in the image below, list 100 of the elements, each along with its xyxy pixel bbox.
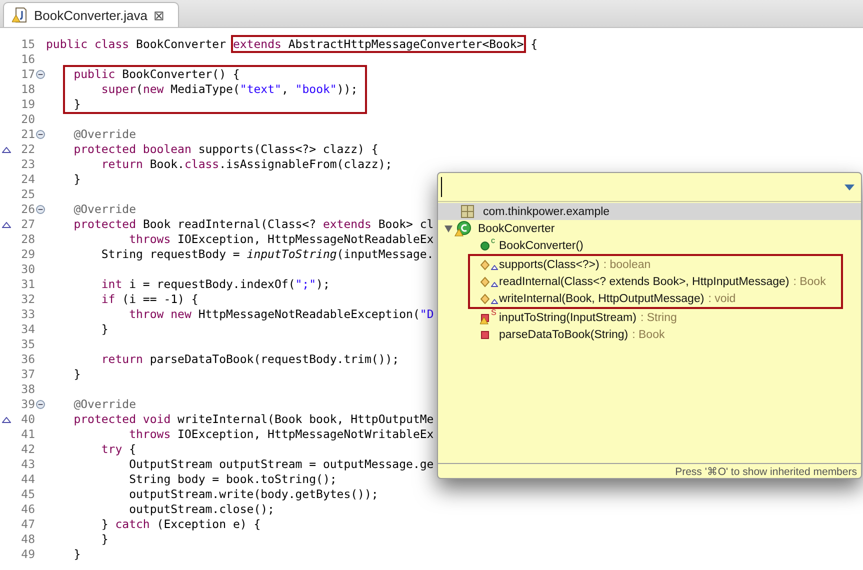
- code-line: }: [100, 322, 108, 337]
- line-number: 32: [20, 292, 35, 307]
- line-number: 28: [20, 232, 35, 247]
- outline-item[interactable]: S inputToString(InputStream) : String: [438, 309, 861, 326]
- line-number: 45: [20, 487, 35, 502]
- code-line: if (i == -1) {: [100, 292, 198, 307]
- line-number: 26: [20, 202, 35, 217]
- line-number: 36: [20, 352, 35, 367]
- line-number: 22: [20, 142, 35, 157]
- line-number: 44: [20, 472, 35, 487]
- outline-item[interactable]: com.thinkpower.example: [438, 203, 861, 220]
- code-line: public BookConverter() {: [72, 67, 240, 82]
- code-line: return Book.class.isAssignableFrom(clazz);: [100, 157, 392, 172]
- code-line: }: [72, 547, 81, 562]
- line-number: 17: [20, 67, 35, 82]
- code-line: int i = requestBody.indexOf(";");: [100, 277, 330, 292]
- code-line: outputStream.write(body.getBytes());: [128, 487, 378, 502]
- code-line: }: [100, 532, 108, 547]
- code-line: protected boolean supports(Class<?> clazz) {: [72, 142, 378, 157]
- code-line: String body = book.toString();: [128, 472, 337, 487]
- collapse-icon[interactable]: [36, 70, 45, 79]
- code-line: super(new MediaType("text", "book"));: [100, 82, 358, 97]
- code-line: @Override: [72, 397, 136, 412]
- return-type: : String: [640, 312, 677, 324]
- item-label: writeInternal(Book, HttpOutputMessage): [499, 292, 704, 304]
- outline-item[interactable]: supports(Class<?>) : boolean: [470, 256, 841, 273]
- item-label: supports(Class<?>): [499, 258, 600, 270]
- return-type: : boolean: [603, 258, 651, 270]
- line-number: 31: [20, 277, 35, 292]
- diamond-member-icon: [480, 257, 491, 272]
- diamond-member-icon: [480, 274, 491, 289]
- line-number: 37: [20, 367, 35, 382]
- return-type: : void: [708, 292, 736, 304]
- line-number: 27: [20, 217, 35, 232]
- code-line: OutputStream outputStream = outputMessage.ge: [128, 457, 434, 472]
- line-number: 20: [20, 112, 35, 127]
- line-number: 35: [20, 337, 35, 352]
- code-line: throws IOException, HttpMessageNotWritableEx: [128, 427, 434, 442]
- line-number: 25: [20, 187, 35, 202]
- return-type: : Book: [632, 328, 665, 340]
- line-number: 33: [20, 307, 35, 322]
- line-number: 39: [20, 397, 35, 412]
- code-line: return parseDataToBook(requestBody.trim());: [100, 352, 400, 367]
- line-number: 41: [20, 427, 35, 442]
- diamond-member-icon: [480, 291, 491, 306]
- item-label: BookConverter: [478, 222, 555, 234]
- line-number: 19: [20, 97, 35, 112]
- code-line: }: [72, 97, 81, 112]
- code-line: @Override: [72, 127, 136, 142]
- code-line: }: [72, 367, 81, 382]
- modifier-label: S: [491, 308, 498, 317]
- editor-tab[interactable]: BookConverter.java ⊠: [3, 2, 180, 27]
- code-line: protected Book readInternal(Class<? extends Book> cl: [72, 217, 434, 232]
- collapse-icon[interactable]: [36, 400, 45, 409]
- outline-item[interactable]: c BookConverter(): [438, 237, 861, 254]
- line-number: 18: [20, 82, 35, 97]
- line-number: 40: [20, 412, 35, 427]
- code-line: protected void writeInternal(Book book, HttpOutputMe: [72, 412, 434, 427]
- collapse-icon[interactable]: [36, 130, 45, 139]
- line-number: 46: [20, 502, 35, 517]
- code-line: @Override: [72, 202, 136, 217]
- line-number: 43: [20, 457, 35, 472]
- outline-item[interactable]: parseDataToBook(String) : Book: [438, 326, 861, 343]
- dropdown-icon[interactable]: [843, 182, 855, 192]
- line-number: 49: [20, 547, 35, 562]
- return-type: : Book: [793, 276, 826, 288]
- line-number: 23: [20, 157, 35, 172]
- code-line: public class BookConverter extends AbstractHttpMessageConverter<Book> {: [46, 37, 538, 52]
- line-number: 48: [20, 532, 35, 547]
- outline-item[interactable]: writeInternal(Book, HttpOutputMessage) : void: [470, 290, 841, 307]
- code-line: outputStream.close();: [128, 502, 274, 517]
- java-file-icon: [12, 7, 28, 23]
- modifier-label: c: [491, 236, 496, 245]
- line-number: 38: [20, 382, 35, 397]
- line-number: 16: [20, 52, 35, 67]
- item-label: com.thinkpower.example: [483, 206, 610, 218]
- code-line: }: [72, 172, 81, 187]
- item-label: parseDataToBook(String): [499, 328, 628, 340]
- line-number: 24: [20, 172, 35, 187]
- line-number: 47: [20, 517, 35, 532]
- code-line: throws IOException, HttpMessageNotReadableEx: [128, 232, 434, 247]
- item-label: BookConverter(): [499, 240, 584, 252]
- code-line: try {: [100, 442, 136, 457]
- close-button[interactable]: ⊠: [153, 8, 164, 22]
- hint-text: Press '⌘O' to show inherited members: [675, 464, 857, 478]
- collapse-icon[interactable]: [36, 205, 45, 214]
- code-line: } catch (Exception e) {: [100, 517, 261, 532]
- outline-item[interactable]: BookConverter: [438, 220, 861, 237]
- package-icon: [460, 205, 474, 218]
- line-number: 29: [20, 247, 35, 262]
- code-line: String requestBody = inputToString(inputMessage.: [100, 247, 434, 262]
- line-number: 15: [20, 37, 35, 52]
- line-number: 30: [20, 262, 35, 277]
- expanded-arrow-icon[interactable]: [444, 224, 453, 232]
- code-line: throw new HttpMessageNotReadableException("D: [128, 307, 434, 322]
- item-label: inputToString(InputStream): [499, 312, 636, 324]
- line-number: 34: [20, 322, 35, 337]
- item-label: readInternal(Class<? extends Book>, HttpInputMessage): [499, 276, 790, 288]
- line-number: 42: [20, 442, 35, 457]
- outline-item[interactable]: readInternal(Class<? extends Book>, HttpInputMessage) : Book: [470, 273, 841, 290]
